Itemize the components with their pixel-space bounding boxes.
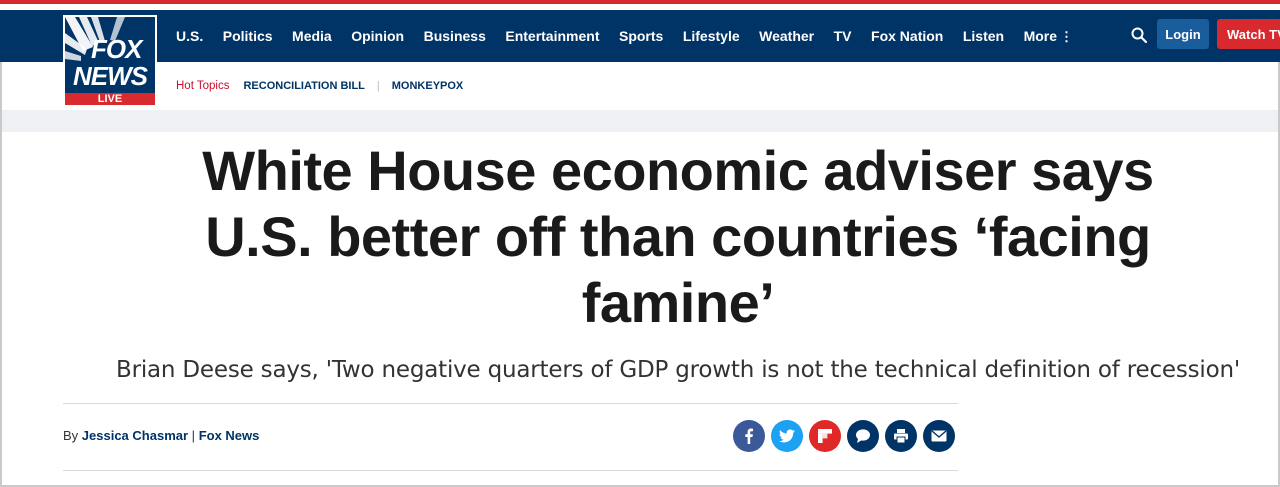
byline-top-rule	[63, 403, 958, 404]
nav-item-entertainment[interactable]: Entertainment	[505, 28, 599, 44]
nav-item-opinion[interactable]: Opinion	[351, 28, 404, 44]
fox-news-logo[interactable]: FOX NEWS LIVE	[63, 15, 157, 107]
section-divider-band	[2, 110, 1278, 132]
primary-nav: U.S. Politics Media Opinion Business Ent…	[176, 10, 1093, 62]
logo-live-badge: LIVE	[65, 93, 155, 105]
flipboard-icon	[818, 429, 832, 443]
twitter-share-button[interactable]	[771, 420, 803, 452]
nav-more-label: More	[1023, 27, 1058, 44]
article-subheadline: Brian Deese says, 'Two negative quarters…	[116, 357, 1240, 383]
comments-button[interactable]	[847, 420, 879, 452]
article-headline: White House economic adviser says U.S. b…	[202, 139, 1154, 334]
email-share-button[interactable]	[923, 420, 955, 452]
nav-item-sports[interactable]: Sports	[619, 28, 663, 44]
nav-item-listen[interactable]: Listen	[963, 28, 1004, 44]
watch-tv-button[interactable]: Watch TV	[1217, 19, 1280, 49]
nav-item-lifestyle[interactable]: Lifestyle	[683, 28, 740, 44]
topic-link-reconciliation-bill[interactable]: RECONCILIATION BILL	[243, 80, 364, 92]
facebook-share-button[interactable]	[733, 420, 765, 452]
byline-separator: |	[191, 428, 196, 443]
login-button[interactable]: Login	[1157, 19, 1209, 49]
facebook-icon	[745, 428, 753, 444]
flipboard-share-button[interactable]	[809, 420, 841, 452]
nav-item-weather[interactable]: Weather	[759, 28, 814, 44]
nav-item-us[interactable]: U.S.	[176, 28, 203, 44]
nav-item-more[interactable]: More ⋮	[1024, 28, 1073, 45]
nav-item-fox-nation[interactable]: Fox Nation	[871, 28, 943, 44]
print-button[interactable]	[885, 420, 917, 452]
twitter-icon	[779, 429, 795, 443]
search-icon[interactable]	[1131, 27, 1147, 43]
main-navbar: U.S. Politics Media Opinion Business Ent…	[0, 10, 1280, 62]
logo-panel: FOX NEWS	[65, 17, 155, 93]
hot-topics-bar: Hot Topics RECONCILIATION BILL | MONKEYP…	[176, 79, 463, 93]
byline-prefix: By	[63, 428, 79, 443]
nav-item-tv[interactable]: TV	[834, 28, 852, 44]
email-icon	[931, 430, 947, 442]
nav-item-media[interactable]: Media	[292, 28, 332, 44]
print-icon	[894, 429, 908, 444]
comment-icon	[856, 429, 870, 443]
topic-separator: |	[376, 80, 380, 92]
nav-item-politics[interactable]: Politics	[223, 28, 273, 44]
hot-topics-label: Hot Topics	[176, 80, 230, 92]
outlet-link[interactable]: Fox News	[199, 428, 260, 443]
more-dots-icon: ⋮	[1060, 28, 1074, 44]
share-buttons	[733, 420, 955, 452]
topic-link-monkeypox[interactable]: MONKEYPOX	[392, 80, 464, 92]
nav-item-business[interactable]: Business	[424, 28, 486, 44]
author-link[interactable]: Jessica Chasmar	[82, 428, 188, 443]
article-byline: By Jessica Chasmar | Fox News	[63, 428, 259, 443]
logo-news-text: NEWS	[73, 61, 148, 91]
byline-bottom-rule	[63, 470, 958, 471]
